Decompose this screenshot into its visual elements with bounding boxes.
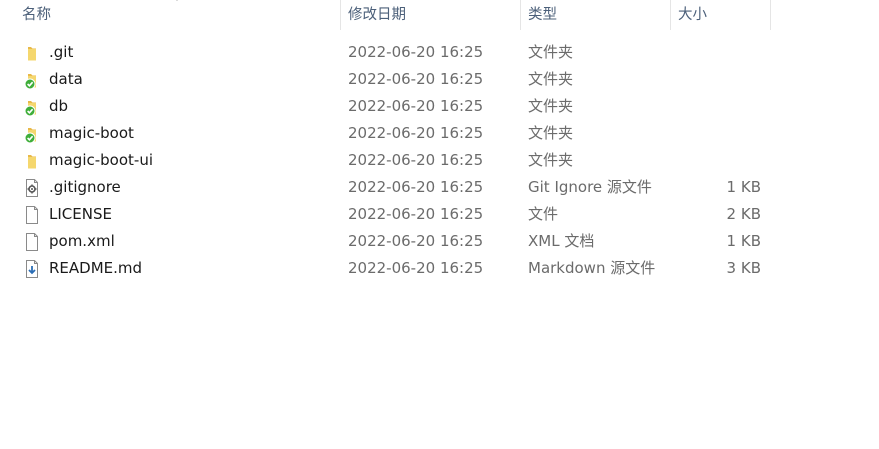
file-type: Git Ignore 源文件 [528, 178, 652, 196]
file-list: .git 2022-06-20 16:25 文件夹 data 2022-06-2… [0, 39, 879, 282]
column-header-size[interactable]: 大小 [678, 0, 707, 30]
file-date: 2022-06-20 16:25 [348, 232, 484, 250]
markdown-file-icon [22, 259, 42, 279]
file-row[interactable]: LICENSE 2022-06-20 16:25 文件 2 KB [0, 201, 879, 228]
file-date: 2022-06-20 16:25 [348, 205, 484, 223]
file-name: README.md [49, 259, 143, 277]
column-separator[interactable] [340, 0, 341, 30]
file-type: 文件夹 [528, 70, 574, 88]
file-name: magic-boot-ui [49, 151, 153, 169]
file-name: db [49, 97, 69, 115]
file-name: pom.xml [49, 232, 115, 250]
file-name: LICENSE [49, 205, 112, 223]
file-type: Markdown 源文件 [528, 259, 656, 277]
column-separator[interactable] [670, 0, 671, 30]
file-row[interactable]: magic-boot-ui 2022-06-20 16:25 文件夹 [0, 147, 879, 174]
file-icon [22, 232, 42, 252]
file-size [690, 147, 761, 174]
file-size [690, 120, 761, 147]
file-icon [22, 205, 42, 225]
file-type: 文件夹 [528, 43, 574, 61]
file-explorer-list: 名称 修改日期 类型 大小 .git 2022-06-20 16:25 文件夹 … [0, 0, 879, 449]
file-row[interactable]: pom.xml 2022-06-20 16:25 XML 文档 1 KB [0, 228, 879, 255]
file-size: 2 KB [726, 205, 761, 223]
file-type: 文件夹 [528, 151, 574, 169]
folder-icon [22, 151, 42, 171]
file-name: data [49, 70, 83, 88]
file-name: magic-boot [49, 124, 134, 142]
file-size: 3 KB [726, 259, 761, 277]
file-date: 2022-06-20 16:25 [348, 43, 484, 61]
column-header-date[interactable]: 修改日期 [348, 0, 406, 30]
sort-ascending-icon [176, 0, 178, 1]
column-header-name[interactable]: 名称 [22, 0, 51, 30]
column-header-type[interactable]: 类型 [528, 0, 557, 30]
folder-icon [22, 43, 42, 63]
folder-synced-icon [22, 97, 42, 117]
file-name: .git [49, 43, 74, 61]
column-header-bar: 名称 修改日期 类型 大小 [0, 0, 879, 30]
file-row[interactable]: db 2022-06-20 16:25 文件夹 [0, 93, 879, 120]
file-row[interactable]: .git 2022-06-20 16:25 文件夹 [0, 39, 879, 66]
file-type: 文件 [528, 205, 559, 223]
file-type: 文件夹 [528, 124, 574, 142]
file-name: .gitignore [49, 178, 121, 196]
file-row[interactable]: .gitignore 2022-06-20 16:25 Git Ignore 源… [0, 174, 879, 201]
file-row[interactable]: README.md 2022-06-20 16:25 Markdown 源文件 … [0, 255, 879, 282]
file-type: 文件夹 [528, 97, 574, 115]
file-date: 2022-06-20 16:25 [348, 178, 484, 196]
file-date: 2022-06-20 16:25 [348, 97, 484, 115]
file-date: 2022-06-20 16:25 [348, 70, 484, 88]
file-row[interactable]: magic-boot 2022-06-20 16:25 文件夹 [0, 120, 879, 147]
column-separator[interactable] [520, 0, 521, 30]
folder-synced-icon [22, 70, 42, 90]
file-size: 1 KB [726, 232, 761, 250]
file-type: XML 文档 [528, 232, 595, 250]
file-row[interactable]: data 2022-06-20 16:25 文件夹 [0, 66, 879, 93]
folder-synced-icon [22, 124, 42, 144]
file-date: 2022-06-20 16:25 [348, 259, 484, 277]
file-size [690, 93, 761, 120]
file-date: 2022-06-20 16:25 [348, 151, 484, 169]
settings-file-icon [22, 178, 42, 198]
file-size: 1 KB [726, 178, 761, 196]
file-size [690, 39, 761, 66]
column-separator[interactable] [770, 0, 771, 30]
file-date: 2022-06-20 16:25 [348, 124, 484, 142]
file-size [690, 66, 761, 93]
